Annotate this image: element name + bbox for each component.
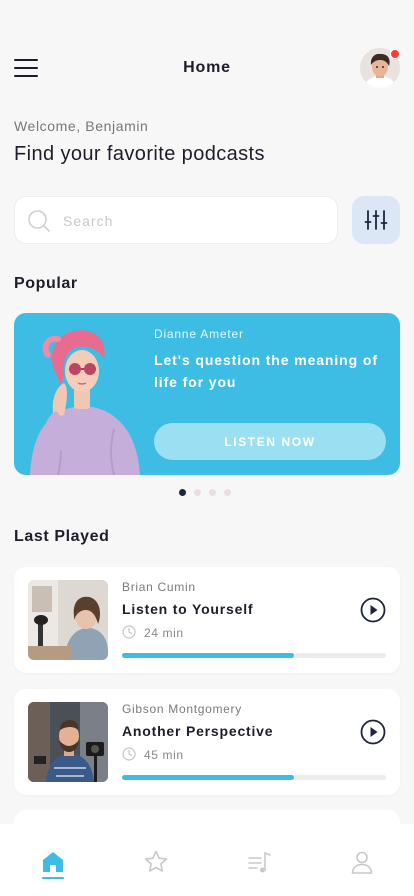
play-icon[interactable]	[360, 719, 386, 745]
featured-author: Dianne Ameter	[154, 327, 244, 341]
carousel-dot[interactable]	[224, 489, 231, 496]
podcast-author: Brian Cumin	[122, 580, 196, 594]
featured-podcast-banner[interactable]: Dianne Ameter Let's question the meaning…	[14, 313, 400, 475]
featured-host-illustration	[30, 330, 140, 475]
star-icon	[144, 850, 168, 872]
playlist-icon	[248, 851, 271, 873]
filter-button[interactable]	[352, 196, 400, 244]
popular-section-title: Popular	[14, 275, 78, 292]
search-box[interactable]	[14, 196, 338, 244]
carousel-dot[interactable]	[194, 489, 201, 496]
podcast-thumbnail	[28, 580, 108, 660]
featured-description: Let's question the meaning of life for y…	[154, 352, 378, 390]
podcast-card[interactable]: Gibson Montgomery Another Perspective 45…	[14, 689, 400, 795]
page-header-title: Home	[183, 59, 231, 76]
clock-icon	[122, 625, 136, 639]
progress-fill	[122, 653, 294, 658]
page-title: Find your favorite podcasts	[14, 143, 265, 165]
nav-home[interactable]	[37, 846, 69, 878]
podcast-card[interactable]: Brian Cumin Listen to Yourself 24 min	[14, 567, 400, 673]
nav-favorites[interactable]	[140, 846, 172, 878]
notification-dot	[390, 49, 400, 59]
podcast-author: Gibson Montgomery	[122, 702, 242, 716]
carousel-dot[interactable]	[209, 489, 216, 496]
bottom-navigation	[0, 824, 414, 896]
podcast-duration: 45 min	[144, 748, 184, 762]
home-icon	[43, 852, 63, 872]
user-icon	[351, 851, 373, 874]
podcast-title: Listen to Yourself	[122, 601, 254, 617]
clock-icon	[122, 747, 136, 761]
sliders-icon	[364, 210, 388, 230]
search-input[interactable]	[63, 209, 323, 233]
carousel-indicator	[179, 489, 231, 496]
welcome-greeting: Welcome, Benjamin	[14, 118, 149, 134]
app-header: Home	[0, 46, 414, 90]
nav-playlist[interactable]	[243, 846, 275, 878]
progress-bar[interactable]	[122, 775, 386, 780]
search-icon	[28, 210, 50, 232]
nav-active-indicator	[42, 877, 64, 879]
nav-profile[interactable]	[346, 846, 378, 878]
podcast-duration: 24 min	[144, 626, 184, 640]
progress-bar[interactable]	[122, 653, 386, 658]
podcast-thumbnail	[28, 702, 108, 782]
progress-fill	[122, 775, 294, 780]
listen-now-button[interactable]: LISTEN NOW	[154, 423, 386, 460]
play-icon[interactable]	[360, 597, 386, 623]
last-played-section-title: Last Played	[14, 528, 110, 545]
carousel-dot[interactable]	[179, 489, 186, 496]
podcast-title: Another Perspective	[122, 723, 274, 739]
